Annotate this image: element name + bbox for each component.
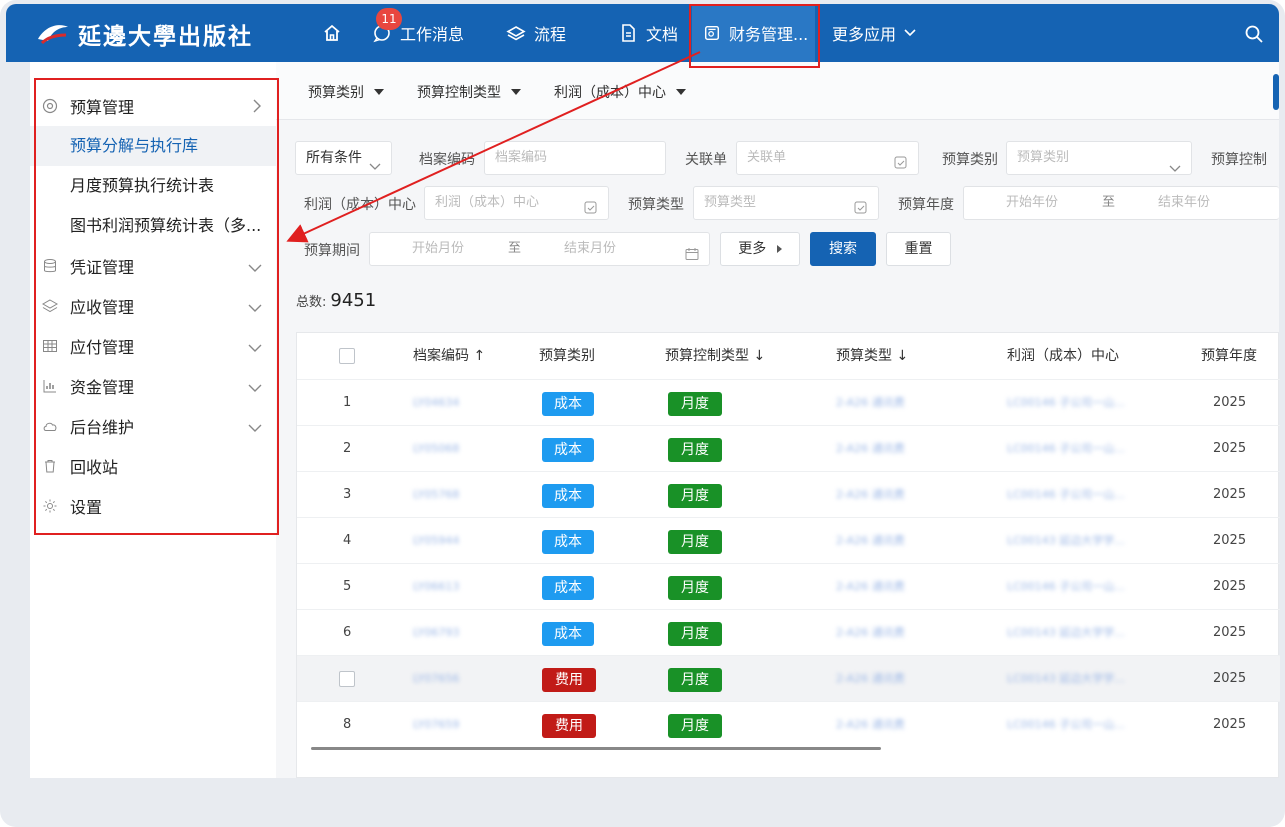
app-window: 延邊大學出版社 工作消息 流程 文档 财务管理... 更多应用 11 预算管理 … [0,0,1285,827]
annotation-arrow-icon [286,51,701,243]
